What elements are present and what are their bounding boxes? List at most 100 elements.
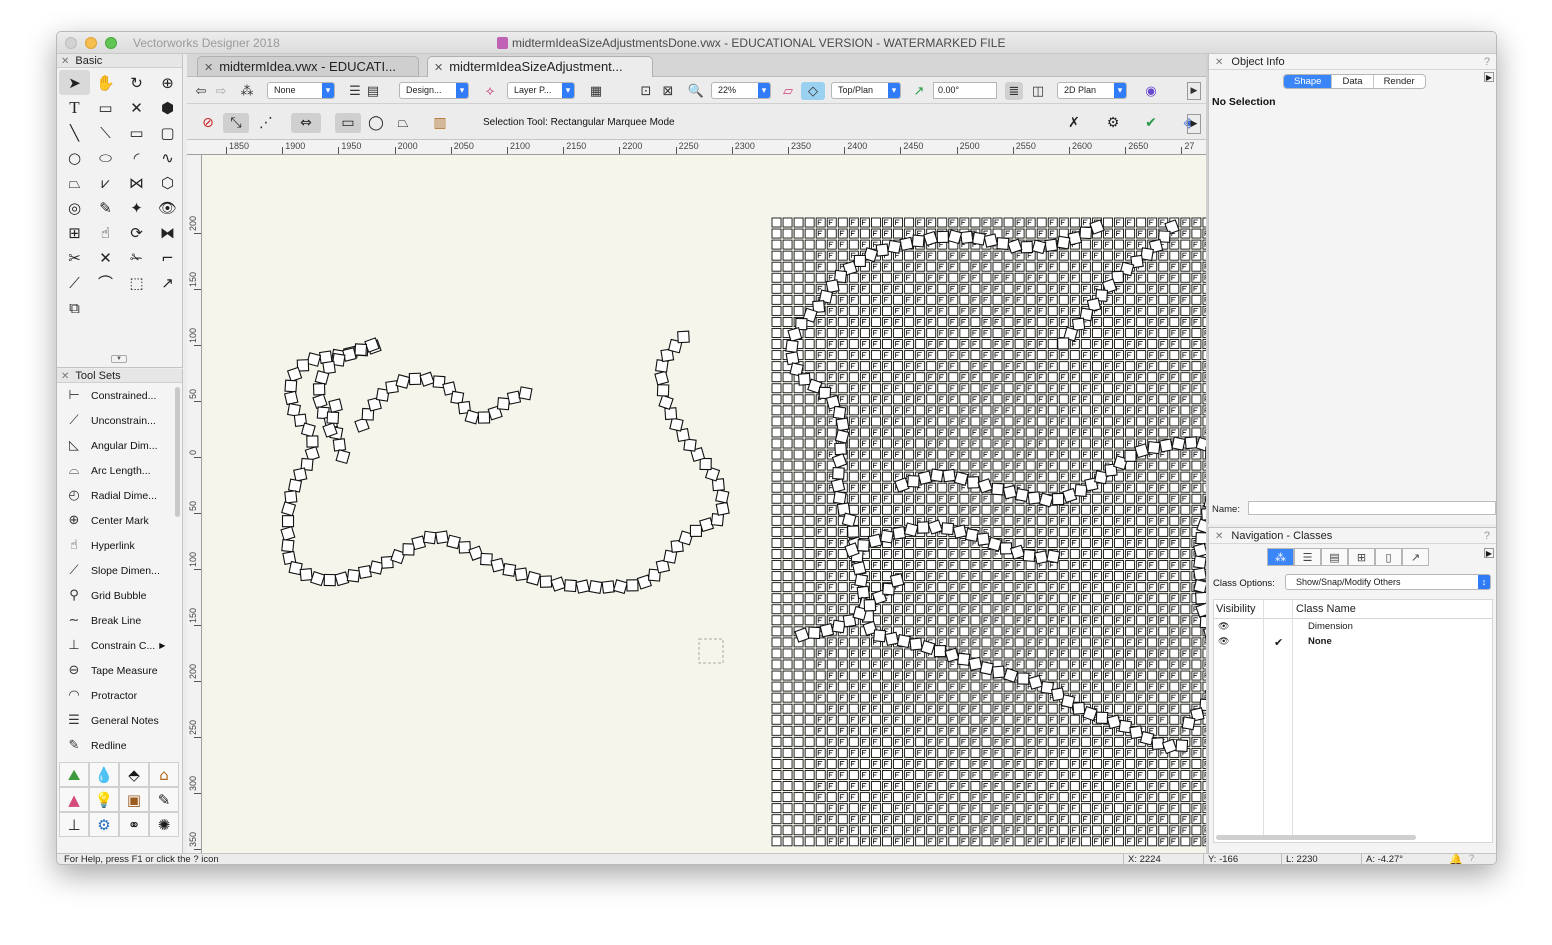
grid-tile[interactable] [926,394,937,405]
grid-tile[interactable] [904,814,915,825]
grid-tile[interactable] [826,526,837,537]
grid-tile[interactable] [915,438,926,449]
grid-tile[interactable] [804,438,815,449]
grid-tile[interactable] [937,814,948,825]
grid-tile[interactable] [782,316,793,327]
grid-tile[interactable] [926,261,937,272]
grid-tile[interactable] [782,250,793,261]
grid-tile[interactable] [948,504,959,515]
rounded-rectangle-icon[interactable]: ▢ [152,120,183,145]
grid-tile[interactable] [1158,725,1169,736]
grid-tile[interactable] [1136,416,1147,427]
grid-tile[interactable] [771,294,782,305]
path-tile[interactable] [281,515,295,528]
grid-tile[interactable] [793,803,804,814]
grid-tile[interactable] [915,538,926,548]
path-tile[interactable] [1171,436,1186,451]
grid-tile[interactable] [782,736,793,747]
path-tile[interactable] [920,639,936,656]
grid-tile[interactable] [771,228,782,239]
grid-tile[interactable] [804,736,815,747]
grid-tile[interactable] [959,725,970,736]
path-tile[interactable] [818,386,832,400]
grid-tile[interactable] [848,504,859,515]
grid-tile[interactable] [915,339,926,350]
window-zoom-button[interactable] [105,37,117,49]
grid-tile[interactable] [1147,571,1158,582]
tab-midterm-idea[interactable]: ✕ midtermIdea.vwx - EDUCATI... [197,56,419,77]
path-tile[interactable] [933,645,946,658]
grid-tile[interactable] [793,427,804,438]
grid-tile[interactable] [1136,814,1147,825]
grid-tile[interactable] [815,405,826,416]
grid-tile[interactable] [1114,438,1124,449]
grid-tile[interactable] [1036,416,1047,427]
grid-tile[interactable] [1180,803,1191,814]
grid-tile[interactable] [793,560,804,570]
locus-icon[interactable]: ✕ [121,95,152,120]
grid-tile[interactable] [1036,648,1047,659]
path-tile[interactable] [395,374,411,389]
grid-tile[interactable] [959,328,970,338]
grid-tile[interactable] [793,582,804,593]
grid-tile[interactable] [1003,283,1014,294]
grid-tile[interactable] [793,725,804,736]
grid-tile[interactable] [782,781,793,791]
grid-tile[interactable] [826,659,837,670]
path-tile[interactable] [699,457,712,471]
grid-tile[interactable] [804,250,815,261]
grid-tile[interactable] [1058,460,1069,471]
grid-tile[interactable] [782,228,793,239]
grid-tile[interactable] [926,792,937,803]
grid-tile[interactable] [1047,339,1058,350]
grid-tile[interactable] [793,283,804,294]
back-arrow-icon[interactable]: ⇦ [193,82,209,100]
grid-tile[interactable] [1114,339,1124,350]
grid-tile[interactable] [771,836,782,847]
grid-tile[interactable] [1025,626,1036,637]
grid-tile[interactable] [804,825,815,836]
grid-tile[interactable] [815,538,826,548]
grid-tile[interactable] [826,427,837,438]
grid-tile[interactable] [859,825,870,836]
grid-tile[interactable] [970,648,981,659]
grid-tile[interactable] [948,736,959,747]
path-tile[interactable] [480,552,493,566]
grid-tile[interactable] [1069,250,1080,261]
grid-tile[interactable] [1003,350,1014,361]
grid-tile[interactable] [859,228,870,239]
grid-tile[interactable] [815,637,826,648]
circle-icon[interactable]: ○ [59,145,90,170]
path-tile[interactable] [854,573,869,588]
path-tile[interactable] [312,382,326,396]
path-tile[interactable] [323,573,336,587]
grid-tile[interactable] [948,770,959,780]
grid-tile[interactable] [871,316,881,327]
grid-tile[interactable] [1103,814,1113,825]
grid-tile[interactable] [1103,217,1113,228]
grid-tile[interactable] [970,250,981,261]
path-tile[interactable] [873,629,887,643]
grid-tile[interactable] [937,781,948,791]
grid-tile[interactable] [882,670,892,681]
grid-tile[interactable] [882,836,892,847]
path-tile[interactable] [968,656,983,671]
grid-tile[interactable] [1147,770,1158,780]
grid-tile[interactable] [1125,328,1136,338]
grid-tile[interactable] [771,770,782,780]
grid-tile[interactable] [1025,427,1036,438]
tool-set-item[interactable]: ⊕ Center Mark [57,508,182,533]
classes-horizontal-scrollbar[interactable] [1216,835,1416,840]
grid-tile[interactable] [1036,781,1047,791]
grid-tile[interactable] [782,427,793,438]
grid-tile[interactable] [915,670,926,681]
grid-tile[interactable] [771,759,782,769]
zoom-select[interactable]: 22% [711,82,771,99]
grid-tile[interactable] [1014,438,1025,449]
grid-tile[interactable] [1092,328,1102,338]
grid-tile[interactable] [771,725,782,736]
mirror-icon[interactable]: ⧓ [152,220,183,245]
grid-tile[interactable] [948,538,959,548]
grid-tile[interactable] [1169,482,1180,493]
grid-tile[interactable] [1025,228,1036,239]
